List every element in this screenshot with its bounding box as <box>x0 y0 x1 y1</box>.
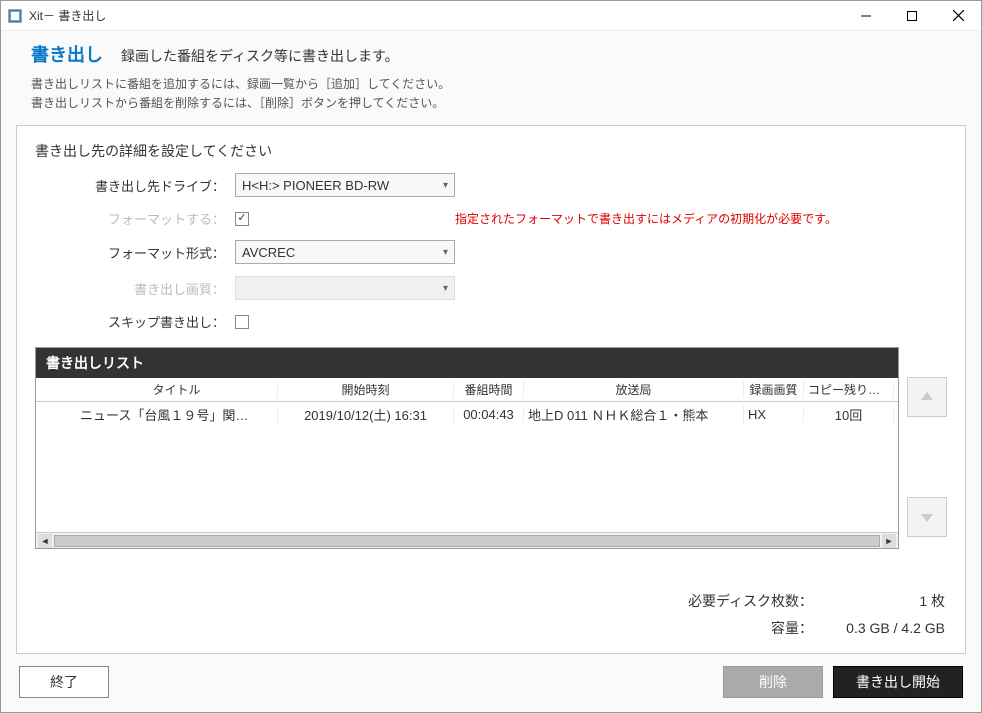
start-export-button[interactable]: 書き出し開始 <box>833 666 963 698</box>
content-panel: 書き出し先の詳細を設定してください 書き出し先ドライブ： H<H:> PIONE… <box>16 125 966 654</box>
horizontal-scrollbar[interactable]: ◄ ► <box>36 532 898 548</box>
settings-form: 書き出し先ドライブ： H<H:> PIONEER BD-RW ▾ フォーマットす… <box>75 173 947 331</box>
window-buttons <box>843 1 981 30</box>
page-subtitle: 録画した番組をディスク等に書き出します。 <box>121 46 399 66</box>
format-do-checkbox[interactable]: ✓ <box>235 212 249 226</box>
footer: 終了 削除 書き出し開始 <box>1 654 981 712</box>
format-type-value: AVCREC <box>242 245 295 260</box>
instruction-line: 書き出しリストに番組を追加するには、録画一覧から［追加］してください。 <box>31 75 951 94</box>
col-title[interactable]: タイトル <box>76 381 278 398</box>
app-icon <box>7 8 23 24</box>
format-warning: 指定されたフォーマットで書き出すにはメディアの初期化が必要です。 <box>455 210 947 227</box>
instructions: 書き出しリストに番組を追加するには、録画一覧から［追加］してください。 書き出し… <box>1 75 981 117</box>
format-type-label: フォーマット形式： <box>75 243 235 262</box>
col-start[interactable]: 開始時刻 <box>278 381 454 398</box>
close-button[interactable] <box>935 1 981 30</box>
instruction-line: 書き出しリストから番組を削除するには、［削除］ボタンを押してください。 <box>31 94 951 113</box>
cell-copy-count: 10回 <box>804 405 894 424</box>
scroll-right-icon[interactable]: ► <box>882 534 896 548</box>
titlebar: Xit－ 書き出し <box>1 1 981 31</box>
skip-label: スキップ書き出し： <box>75 312 235 331</box>
drive-label: 書き出し先ドライブ： <box>75 176 235 195</box>
col-broadcaster[interactable]: 放送局 <box>524 381 744 398</box>
scroll-left-icon[interactable]: ◄ <box>38 534 52 548</box>
capacity-label: 容量： <box>688 616 823 641</box>
col-duration[interactable]: 番組時間 <box>454 381 524 398</box>
col-copy-count[interactable]: コピー残り回数 <box>804 381 894 398</box>
drive-value: H<H:> PIONEER BD-RW <box>242 178 389 193</box>
column-headers: タイトル 開始時刻 番組時間 放送局 録画画質 コピー残り回数 <box>36 378 898 402</box>
app-window: Xit－ 書き出し 書き出し 録画した番組をディスク等に書き出します。 書き出し… <box>0 0 982 713</box>
export-list: 書き出しリスト タイトル 開始時刻 番組時間 放送局 録画画質 コピー残り回数 <box>35 347 899 549</box>
minimize-button[interactable] <box>843 1 889 30</box>
section-title: 書き出し先の詳細を設定してください <box>35 141 947 161</box>
window-title: Xit－ 書き出し <box>29 7 843 24</box>
col-rec-quality[interactable]: 録画画質 <box>744 381 804 398</box>
delete-button[interactable]: 削除 <box>723 666 823 698</box>
format-type-select[interactable]: AVCREC ▾ <box>235 240 455 264</box>
table-row[interactable]: ニュース「台風１９号」関… 2019/10/12(土) 16:31 00:04:… <box>36 402 898 426</box>
format-do-label: フォーマットする： <box>75 209 235 228</box>
cell-duration: 00:04:43 <box>454 407 524 422</box>
stats: 必要ディスク枚数： 1 枚 容量： 0.3 GB / 4.2 GB <box>35 587 947 643</box>
move-up-button[interactable] <box>907 377 947 417</box>
discs-label: 必要ディスク枚数： <box>688 589 823 614</box>
capacity-value: 0.3 GB / 4.2 GB <box>825 616 945 641</box>
chevron-down-icon: ▾ <box>443 180 448 191</box>
cell-broadcaster: 地上D 011 ＮＨＫ総合１・熊本 <box>524 405 744 424</box>
chevron-down-icon: ▾ <box>443 247 448 258</box>
skip-checkbox[interactable] <box>235 315 249 329</box>
page-header: 書き出し 録画した番組をディスク等に書き出します。 <box>1 31 981 75</box>
quality-select: ▾ <box>235 276 455 300</box>
discs-value: 1 枚 <box>825 589 945 614</box>
list-rows: ニュース「台風１９号」関… 2019/10/12(土) 16:31 00:04:… <box>36 402 898 532</box>
list-header: 書き出しリスト <box>36 348 898 378</box>
page-title: 書き出し <box>31 41 103 67</box>
cell-title: ニュース「台風１９号」関… <box>76 405 278 424</box>
chevron-down-icon: ▾ <box>443 283 448 294</box>
cell-start: 2019/10/12(土) 16:31 <box>278 405 454 424</box>
scroll-thumb[interactable] <box>54 535 880 547</box>
cell-rec-quality: HX <box>744 407 804 422</box>
quality-label: 書き出し画質： <box>75 279 235 298</box>
maximize-button[interactable] <box>889 1 935 30</box>
exit-button[interactable]: 終了 <box>19 666 109 698</box>
move-down-button[interactable] <box>907 497 947 537</box>
drive-select[interactable]: H<H:> PIONEER BD-RW ▾ <box>235 173 455 197</box>
